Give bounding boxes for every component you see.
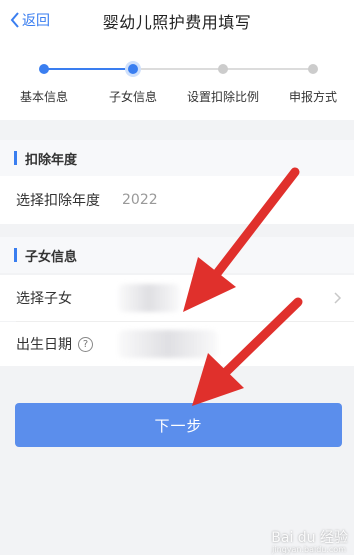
step-label-3: 设置扣除比例 (186, 90, 260, 104)
step-dot-3 (218, 64, 228, 74)
progress-line-done (44, 68, 133, 70)
section-accent-bar (14, 151, 17, 165)
step-label-4: 申报方式 (288, 90, 338, 104)
step-dot-1 (39, 64, 49, 74)
row-label: 选择扣除年度 (16, 193, 100, 209)
step-label-2: 子女信息 (108, 90, 158, 104)
navigation-bar: 返回 婴幼儿照护费用填写 (0, 0, 354, 40)
step-dot-4 (308, 64, 318, 74)
next-step-button[interactable]: 下一步 (15, 403, 342, 447)
step-progress: 基本信息 子女信息 设置扣除比例 申报方式 (0, 40, 354, 120)
section-accent-bar (14, 248, 17, 262)
select-child-row[interactable]: 选择子女 (0, 275, 354, 321)
step-label-1: 基本信息 (19, 90, 69, 104)
watermark-url: jingyan.baidu.com (272, 545, 346, 554)
deduction-year-row[interactable]: 选择扣除年度 2022 (0, 176, 354, 224)
step-dot-2-current (125, 61, 141, 77)
watermark-logo: Bai du 经验 (271, 530, 348, 546)
section-header-child-info: 子女信息 (0, 237, 354, 273)
section-header-deduction-year: 扣除年度 (0, 140, 354, 176)
section-title: 子女信息 (25, 249, 78, 265)
row-label: 出生日期 (16, 337, 72, 353)
chevron-right-icon (334, 292, 342, 304)
page-title: 婴幼儿照护费用填写 (102, 13, 252, 32)
redacted-child-name (118, 284, 180, 312)
row-label: 选择子女 (16, 291, 72, 307)
help-icon[interactable]: ? (78, 336, 93, 352)
section-title: 扣除年度 (25, 152, 78, 168)
deduction-year-value: 2022 (122, 192, 158, 208)
redacted-birth-date (118, 330, 218, 358)
birth-date-row: 出生日期 ? (0, 322, 354, 366)
